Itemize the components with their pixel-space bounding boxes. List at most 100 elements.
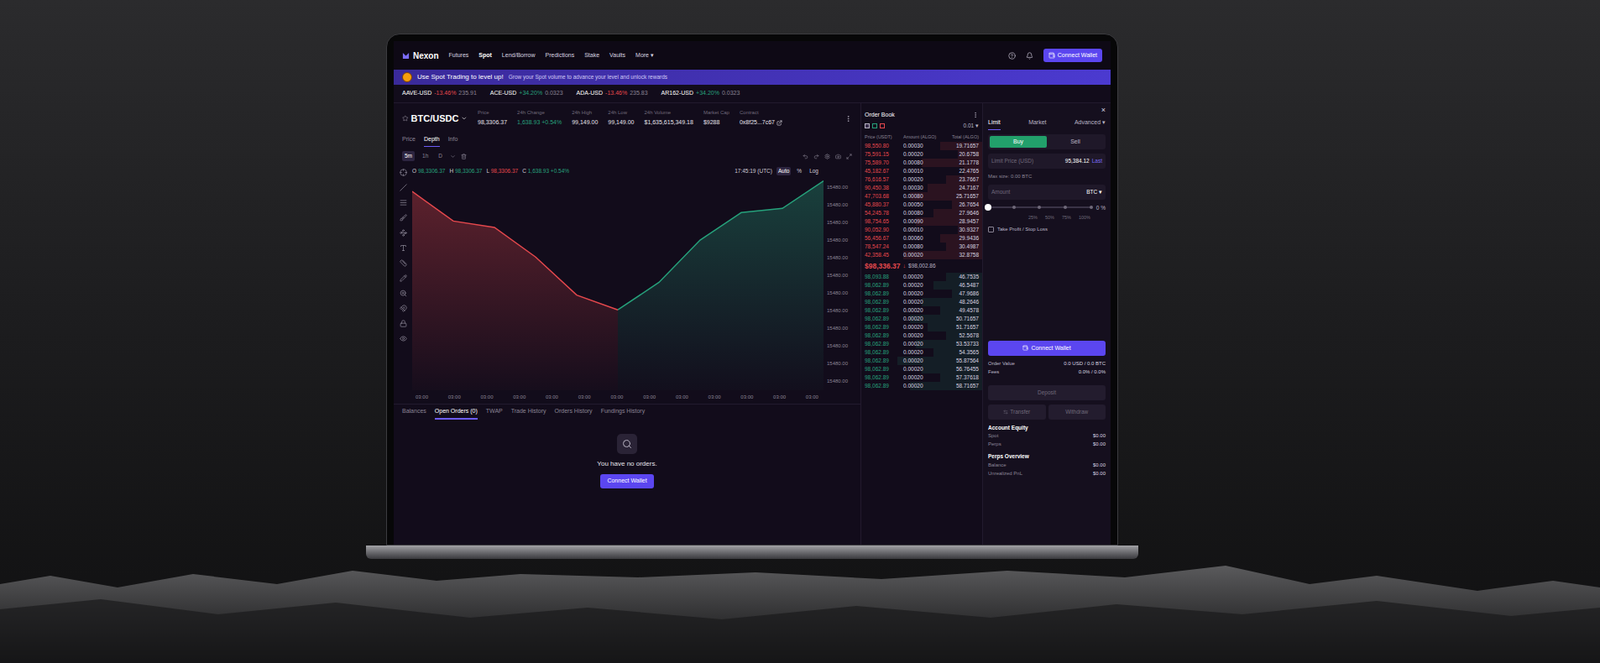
order-book-row[interactable]: 42,358.450.0002032.8758 xyxy=(861,250,983,260)
camera-icon[interactable] xyxy=(835,153,842,160)
order-book-row[interactable]: 54,245.780.0008027.9646 xyxy=(861,209,983,218)
order-book-row[interactable]: 47,703.680.0008025.71657 xyxy=(861,192,983,201)
size-slider[interactable]: 0 %25%50%75%100% xyxy=(988,203,1106,222)
view-tab[interactable]: Depth xyxy=(423,135,440,147)
zoom-icon[interactable] xyxy=(399,289,408,298)
scale-option[interactable]: % xyxy=(794,167,804,176)
order-book-row[interactable]: 76,616.570.0002023.7667 xyxy=(861,175,983,184)
scale-option[interactable]: Log xyxy=(807,167,821,176)
order-book-row[interactable]: 98,062.890.0002056.76455 xyxy=(861,365,983,374)
order-book-row[interactable]: 98,062.890.0002053.53733 xyxy=(861,339,983,349)
side-button[interactable]: Buy xyxy=(989,135,1047,149)
brush-icon[interactable] xyxy=(399,214,408,222)
line-icon[interactable] xyxy=(399,183,408,192)
limit-price-field[interactable]: Limit Price (USD)95,384.12Last xyxy=(988,153,1106,169)
nav-item[interactable]: Futures xyxy=(449,51,470,61)
deposit-button[interactable]: Deposit xyxy=(988,385,1106,401)
bottom-tab[interactable]: TWAP xyxy=(486,407,503,420)
connect-wallet-button[interactable]: Connect Wallet xyxy=(1043,48,1103,63)
order-book-row[interactable]: 56,456.670.0006029.9436 xyxy=(861,234,983,243)
order-book-row[interactable]: 75,591.150.0002020.6758 xyxy=(861,150,983,159)
order-book-row[interactable]: 98,062.890.0002047.9686 xyxy=(861,289,983,299)
order-book-row[interactable]: 98,062.890.0002050.71657 xyxy=(861,314,983,324)
more-icon[interactable] xyxy=(844,115,853,123)
nav-item[interactable]: More ▾ xyxy=(635,51,654,61)
redo-icon[interactable] xyxy=(813,153,820,160)
bottom-tab[interactable]: Open Orders (0) xyxy=(434,407,478,420)
order-book-row[interactable]: 98,093.880.0002046.7535 xyxy=(861,272,983,282)
undo-icon[interactable] xyxy=(802,153,809,160)
bell-icon[interactable] xyxy=(1025,52,1034,60)
pattern-icon[interactable] xyxy=(399,229,408,237)
order-book-row[interactable]: 98,550.800.0003019.71657 xyxy=(861,141,983,151)
bottom-tab[interactable]: Orders History xyxy=(554,407,593,420)
order-type-tab[interactable]: Limit xyxy=(988,118,1001,131)
withdraw-button[interactable]: Withdraw xyxy=(1048,404,1107,420)
order-book-row[interactable]: 98,062.890.0002051.71657 xyxy=(861,323,983,332)
nav-item[interactable]: Stake xyxy=(584,51,600,61)
external-link-icon[interactable] xyxy=(776,120,783,126)
order-book-row[interactable]: 98,062.890.0002048.2646 xyxy=(861,298,983,307)
bottom-tab[interactable]: Fundings History xyxy=(601,407,646,420)
ticker-item[interactable]: AR162-USD+34.20%0.0323 xyxy=(661,88,741,99)
pair-selector[interactable]: BTC/USDC xyxy=(402,111,468,126)
view-tab[interactable]: Info xyxy=(448,135,459,147)
nav-item[interactable]: Predictions xyxy=(545,51,576,61)
text-icon[interactable] xyxy=(399,244,408,252)
lock-icon[interactable] xyxy=(399,319,408,328)
interval-button[interactable]: D xyxy=(435,151,445,162)
amount-field[interactable]: AmountBTC ▾ xyxy=(988,184,1106,200)
magnet-icon[interactable] xyxy=(399,304,408,313)
bottom-tab[interactable]: Balances xyxy=(402,407,427,420)
book-bids-icon[interactable] xyxy=(872,123,878,129)
help-icon[interactable] xyxy=(1008,52,1016,60)
logo[interactable]: Nexon xyxy=(402,49,440,63)
scale-option[interactable]: Auto xyxy=(776,167,791,176)
chevron-icon[interactable] xyxy=(449,153,456,160)
book-asks-icon[interactable] xyxy=(879,123,885,129)
transfer-button[interactable]: Transfer xyxy=(988,404,1046,420)
tick-size-select[interactable]: 0.01 ▾ xyxy=(963,121,979,131)
ruler-icon[interactable] xyxy=(399,259,408,267)
book-both-icon[interactable] xyxy=(864,123,870,129)
order-type-tab[interactable]: Market xyxy=(1028,118,1046,131)
order-book-row[interactable]: 45,182.670.0001022.4765 xyxy=(861,167,983,176)
lines-icon[interactable] xyxy=(399,198,408,207)
ticker-item[interactable]: ACE-USD+34.20%0.0323 xyxy=(490,88,564,99)
bottom-tab[interactable]: Trade History xyxy=(511,407,547,420)
connect-wallet-button[interactable]: Connect Wallet xyxy=(600,474,654,489)
order-book-row[interactable]: 78,547.240.0008030.4987 xyxy=(861,242,983,251)
pencil-icon[interactable] xyxy=(399,274,408,283)
chart-area[interactable]: O 98,3306.37H 98,3306.37L 98,3306.37C 1,… xyxy=(412,163,824,391)
order-book-row[interactable]: 90,450.380.0003024.7167 xyxy=(861,183,983,193)
connect-wallet-button[interactable]: Connect Wallet xyxy=(988,340,1106,357)
ticker-item[interactable]: ADA-USD-13.46%235.83 xyxy=(576,88,649,99)
more-icon[interactable] xyxy=(972,111,979,119)
crosshair-icon[interactable] xyxy=(399,168,408,177)
nav-item[interactable]: Vaults xyxy=(609,51,626,61)
nav-item[interactable]: Lend/Borrow xyxy=(501,51,536,61)
side-button[interactable]: Sell xyxy=(1046,135,1104,149)
slider-knob[interactable] xyxy=(984,203,992,211)
fullscreen-icon[interactable] xyxy=(846,153,853,160)
order-book-row[interactable]: 98,062.890.0002055.87564 xyxy=(861,356,983,366)
view-tab[interactable]: Price xyxy=(402,135,416,147)
close-button[interactable]: × xyxy=(1101,105,1106,115)
order-book-row[interactable]: 98,062.890.0002054.3565 xyxy=(861,348,983,357)
order-book-row[interactable]: 90,052.900.0001030.9327 xyxy=(861,225,983,235)
order-book-row[interactable]: 98,062.890.0002058.71657 xyxy=(861,381,983,391)
depth-chart[interactable] xyxy=(412,178,824,391)
order-book-row[interactable]: 45,880.370.0005026.7654 xyxy=(861,200,983,210)
tpsl-checkbox[interactable]: Take Profit / Stop Loss xyxy=(988,225,1106,234)
order-book-row[interactable]: 75,589.700.0008021.1778 xyxy=(861,158,983,168)
settings-icon[interactable] xyxy=(824,153,831,160)
order-book-row[interactable]: 98,754.650.0009028.9457 xyxy=(861,217,983,226)
order-type-tab[interactable]: Advanced ▾ xyxy=(1074,118,1106,131)
nav-item[interactable]: Spot xyxy=(478,51,492,61)
star-icon[interactable] xyxy=(402,115,409,122)
order-book-row[interactable]: 98,062.890.0002046.5487 xyxy=(861,281,983,290)
promo-banner[interactable]: Use Spot Trading to level up!Grow your S… xyxy=(393,69,1111,85)
order-book-row[interactable]: 98,062.890.0002057.37618 xyxy=(861,373,983,382)
order-book-row[interactable]: 98,062.890.0002052.5678 xyxy=(861,331,983,340)
interval-button[interactable]: 1h xyxy=(419,151,431,162)
